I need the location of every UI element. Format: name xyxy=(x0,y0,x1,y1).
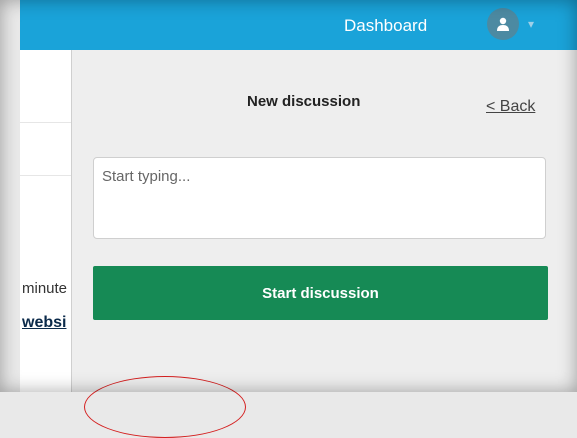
chevron-down-icon[interactable]: ▾ xyxy=(528,17,534,31)
top-nav-bar: Dashboard ▾ xyxy=(20,0,577,50)
start-discussion-button[interactable]: Start discussion xyxy=(93,266,548,320)
dashboard-link[interactable]: Dashboard xyxy=(344,16,427,36)
background-content-pane: minute websi xyxy=(20,50,72,392)
discussion-input[interactable] xyxy=(93,157,546,239)
background-text: minute xyxy=(22,280,68,297)
divider xyxy=(20,175,71,176)
divider xyxy=(20,122,71,123)
user-avatar-button[interactable] xyxy=(487,8,519,40)
background-link[interactable]: websi xyxy=(22,314,66,332)
back-link[interactable]: < Back xyxy=(486,98,535,116)
panel-title: New discussion xyxy=(247,93,361,110)
new-discussion-panel: New discussion < Back Start discussion xyxy=(72,50,577,392)
user-icon xyxy=(497,17,509,31)
